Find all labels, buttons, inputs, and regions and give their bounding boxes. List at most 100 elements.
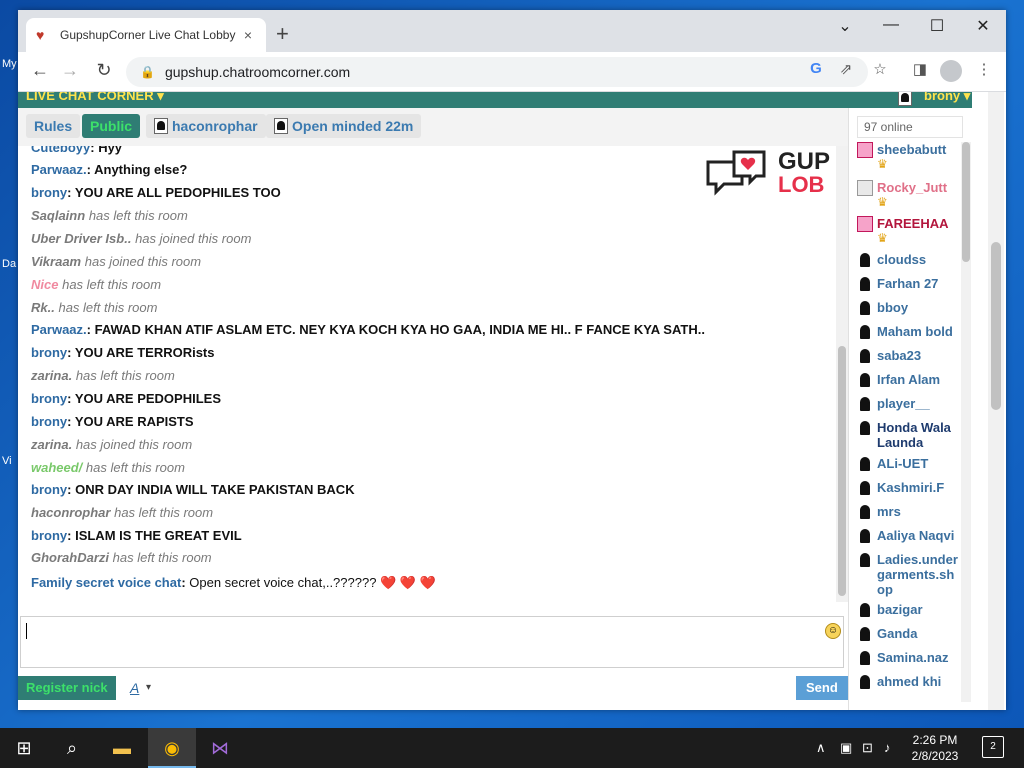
user-name[interactable]: ALi-UET: [877, 456, 928, 471]
user-name[interactable]: Maham bold: [877, 324, 953, 339]
message-username[interactable]: zarina.: [31, 368, 72, 383]
user-name[interactable]: bboy: [877, 300, 908, 315]
tab-public[interactable]: Public: [82, 114, 141, 138]
browser-tab[interactable]: ♥ GupshupCorner Live Chat Lobby ×: [26, 18, 266, 52]
chevron-down-icon[interactable]: ▾: [146, 682, 151, 693]
user-list-item[interactable]: sheebabutt ♛: [857, 142, 961, 171]
user-name[interactable]: cloudss: [877, 252, 926, 267]
url-text[interactable]: gupshup.chatroomcorner.com: [165, 64, 350, 80]
message-username[interactable]: Rk..: [31, 300, 55, 315]
user-name[interactable]: bazigar: [877, 602, 923, 617]
chat-scrollbar[interactable]: [836, 146, 848, 602]
register-nick-button[interactable]: Register nick: [18, 676, 116, 700]
message-username[interactable]: brony: [31, 528, 67, 543]
user-list-item[interactable]: Samina.naz: [857, 650, 961, 666]
taskbar-clock[interactable]: 2:26 PM 2/8/2023: [904, 732, 966, 764]
tab-private-haconrophar[interactable]: haconrophar: [146, 114, 266, 138]
tab-private-open-minded[interactable]: Open minded 22m: [266, 114, 422, 138]
user-name[interactable]: Aaliya Naqvi: [877, 528, 954, 543]
message-username[interactable]: zarina.: [31, 437, 72, 452]
file-explorer-icon[interactable]: ▬: [110, 736, 134, 760]
user-name[interactable]: player__: [877, 396, 930, 411]
user-name[interactable]: Irfan Alam: [877, 372, 940, 387]
user-list-item[interactable]: ALi-UET: [857, 456, 961, 472]
user-list-item[interactable]: Farhan 27: [857, 276, 961, 292]
message-username[interactable]: Parwaaz.: [31, 162, 87, 177]
desktop-label-3[interactable]: Vi: [2, 455, 12, 467]
user-name[interactable]: saba23: [877, 348, 921, 363]
message-username[interactable]: Uber Driver Isb..: [31, 231, 131, 246]
chevron-up-icon[interactable]: ∧: [816, 740, 826, 756]
desktop-label-2[interactable]: Da: [2, 258, 16, 270]
tab-close-icon[interactable]: ×: [240, 27, 256, 43]
message-username[interactable]: GhorahDarzi: [31, 550, 109, 565]
user-name[interactable]: Ganda: [877, 626, 917, 641]
user-list-item[interactable]: Honda Wala Launda: [857, 420, 961, 450]
minimize-button[interactable]: —: [868, 16, 914, 34]
user-name[interactable]: Rocky_Jutt: [877, 180, 947, 195]
user-name[interactable]: Kashmiri.F: [877, 480, 944, 495]
new-tab-button[interactable]: +: [276, 22, 289, 46]
chrome-icon[interactable]: ◉: [160, 736, 184, 760]
user-list-item[interactable]: bboy: [857, 300, 961, 316]
user-name[interactable]: Honda Wala Launda: [877, 420, 961, 450]
message-username[interactable]: Cuteboyy: [31, 146, 90, 155]
user-name[interactable]: Ladies.undergarments.shop: [877, 552, 961, 597]
page-scrollbar[interactable]: [988, 92, 1004, 710]
current-user-menu[interactable]: brony ▾: [924, 92, 970, 104]
ethernet-icon[interactable]: ⊡: [862, 740, 873, 756]
user-list-item[interactable]: Ganda: [857, 626, 961, 642]
user-name[interactable]: sheebabutt: [877, 142, 946, 157]
message-username[interactable]: Nice: [31, 277, 58, 292]
message-username[interactable]: brony: [31, 391, 67, 406]
user-list-item[interactable]: saba23: [857, 348, 961, 364]
message-username[interactable]: waheed/: [31, 460, 82, 475]
network-icon[interactable]: ▣: [840, 740, 852, 756]
user-list-item[interactable]: bazigar: [857, 602, 961, 618]
search-icon[interactable]: ⌕: [60, 736, 84, 760]
desktop-label-1[interactable]: My: [2, 58, 17, 70]
back-arrow-icon[interactable]: ←: [28, 60, 52, 81]
user-name[interactable]: ahmed khi: [877, 674, 941, 689]
menu-kebab-icon[interactable]: ⋮: [974, 60, 994, 78]
bookmark-star-icon[interactable]: ☆: [870, 60, 890, 78]
message-input[interactable]: ☺: [20, 616, 844, 668]
profile-avatar-icon[interactable]: [940, 60, 962, 82]
message-username[interactable]: brony: [31, 414, 67, 429]
user-list-item[interactable]: Ladies.undergarments.shop: [857, 552, 961, 597]
volume-icon[interactable]: ♪: [884, 740, 891, 755]
maximize-button[interactable]: ☐: [914, 16, 960, 36]
message-username[interactable]: Saqlainn: [31, 208, 85, 223]
user-name[interactable]: FAREEHAA: [877, 216, 949, 231]
message-username[interactable]: brony: [31, 345, 67, 360]
message-username[interactable]: Parwaaz.: [31, 322, 87, 337]
user-list-item[interactable]: ahmed khi: [857, 674, 961, 690]
notification-center-icon[interactable]: 2: [982, 736, 1004, 758]
user-list-item[interactable]: Irfan Alam: [857, 372, 961, 388]
windows-start-icon[interactable]: ⊞: [12, 736, 36, 760]
forward-arrow-icon[interactable]: →: [58, 60, 82, 81]
message-username[interactable]: Family secret voice chat: [31, 575, 181, 590]
visual-studio-icon[interactable]: ⋈: [208, 736, 232, 760]
address-bar[interactable]: 🔒 gupshup.chatroomcorner.com: [126, 57, 868, 87]
chat-scroll-thumb[interactable]: [838, 346, 846, 596]
side-panel-icon[interactable]: ◨: [910, 60, 930, 78]
reload-icon[interactable]: ↻: [92, 60, 116, 81]
google-icon[interactable]: G: [806, 60, 826, 77]
message-username[interactable]: Vikraam: [31, 254, 81, 269]
user-list-item[interactable]: FAREEHAA ♛: [857, 216, 961, 245]
user-name[interactable]: Farhan 27: [877, 276, 938, 291]
user-list-scrollbar[interactable]: [961, 142, 971, 702]
user-name[interactable]: mrs: [877, 504, 901, 519]
user-list-scroll-thumb[interactable]: [962, 142, 970, 262]
message-username[interactable]: brony: [31, 185, 67, 200]
page-scroll-thumb[interactable]: [991, 242, 1001, 410]
share-icon[interactable]: ⇗: [836, 60, 856, 78]
user-list-item[interactable]: Maham bold: [857, 324, 961, 340]
user-list-item[interactable]: mrs: [857, 504, 961, 520]
emoji-icon[interactable]: ☺: [825, 623, 841, 639]
user-name[interactable]: Samina.naz: [877, 650, 949, 665]
send-button[interactable]: Send: [796, 676, 848, 700]
close-window-button[interactable]: ✕: [960, 16, 1006, 36]
brand-menu[interactable]: LIVE CHAT CORNER ▾: [26, 92, 164, 104]
